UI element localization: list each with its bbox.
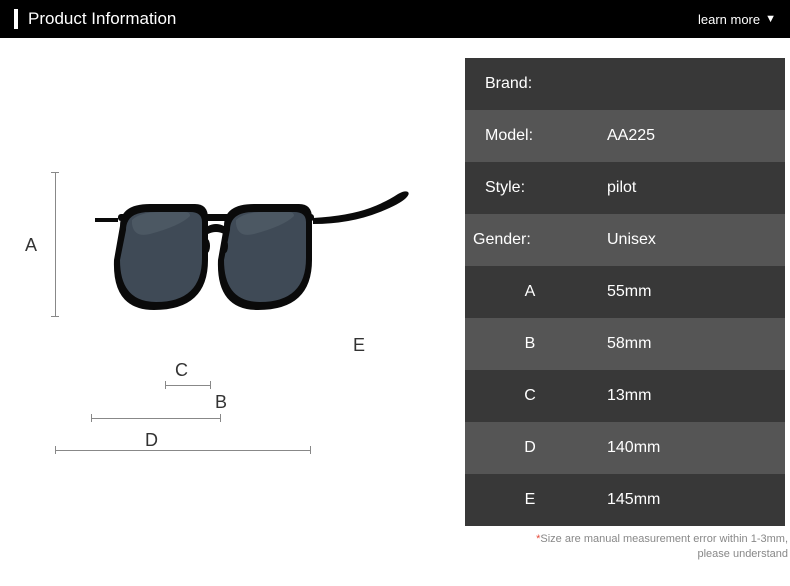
learn-more-link[interactable]: learn more ▼ — [698, 12, 776, 27]
spec-row: Brand: — [465, 58, 785, 110]
spec-value: Unisex — [595, 231, 785, 249]
tick — [91, 414, 92, 422]
spec-label: Gender: — [465, 231, 595, 249]
dim-label-c: C — [175, 360, 188, 381]
spec-label: B — [465, 335, 595, 353]
spec-value: 140mm — [595, 439, 785, 457]
spec-value: 145mm — [595, 491, 785, 509]
spec-label: Brand: — [465, 75, 595, 93]
sunglasses-icon — [90, 190, 410, 350]
diagram-area: A C B D E — [15, 160, 435, 500]
chevron-down-icon: ▼ — [765, 13, 776, 25]
spec-label: D — [465, 439, 595, 457]
spec-row: D 140mm — [465, 422, 785, 474]
spec-table: Brand: Model: AA225 Style: pilot Gender:… — [465, 58, 785, 526]
header-left: Product Information — [14, 9, 176, 29]
spec-label: Style: — [465, 179, 595, 197]
spec-label: Model: — [465, 127, 595, 145]
dim-label-d: D — [145, 430, 158, 451]
dim-label-a: A — [25, 235, 37, 256]
spec-panel: Brand: Model: AA225 Style: pilot Gender:… — [465, 58, 790, 563]
content-area: A C B D E Brand: — [0, 38, 790, 563]
measure-line-d — [55, 450, 311, 451]
spec-value: pilot — [595, 179, 785, 197]
spec-row: E 145mm — [465, 474, 785, 526]
spec-row: C 13mm — [465, 370, 785, 422]
spec-label: A — [465, 283, 595, 301]
spec-label: C — [465, 387, 595, 405]
spec-row: Style: pilot — [465, 162, 785, 214]
tick — [55, 446, 56, 454]
learn-more-label: learn more — [698, 12, 760, 27]
diagram-panel: A C B D E — [5, 58, 445, 563]
tick — [51, 172, 59, 173]
spec-value: 58mm — [595, 335, 785, 353]
spec-value: AA225 — [595, 127, 785, 145]
tick — [220, 414, 221, 422]
measure-line-a — [55, 172, 56, 317]
tick — [310, 446, 311, 454]
header-bar: Product Information learn more ▼ — [0, 0, 790, 38]
tick — [165, 381, 166, 389]
spec-label: E — [465, 491, 595, 509]
accent-bar — [14, 9, 18, 29]
spec-row: Model: AA225 — [465, 110, 785, 162]
disclaimer-text: *Size are manual measurement error withi… — [465, 526, 790, 563]
measure-line-c — [165, 385, 211, 386]
spec-row: B 58mm — [465, 318, 785, 370]
dim-label-e: E — [353, 335, 365, 356]
spec-value: 13mm — [595, 387, 785, 405]
spec-row: A 55mm — [465, 266, 785, 318]
spec-row: Gender: Unisex — [465, 214, 785, 266]
tick — [210, 381, 211, 389]
tick — [51, 316, 59, 317]
page-title: Product Information — [28, 9, 176, 29]
spec-value: 55mm — [595, 283, 785, 301]
dim-label-b: B — [215, 392, 227, 413]
measure-line-b — [91, 418, 221, 419]
